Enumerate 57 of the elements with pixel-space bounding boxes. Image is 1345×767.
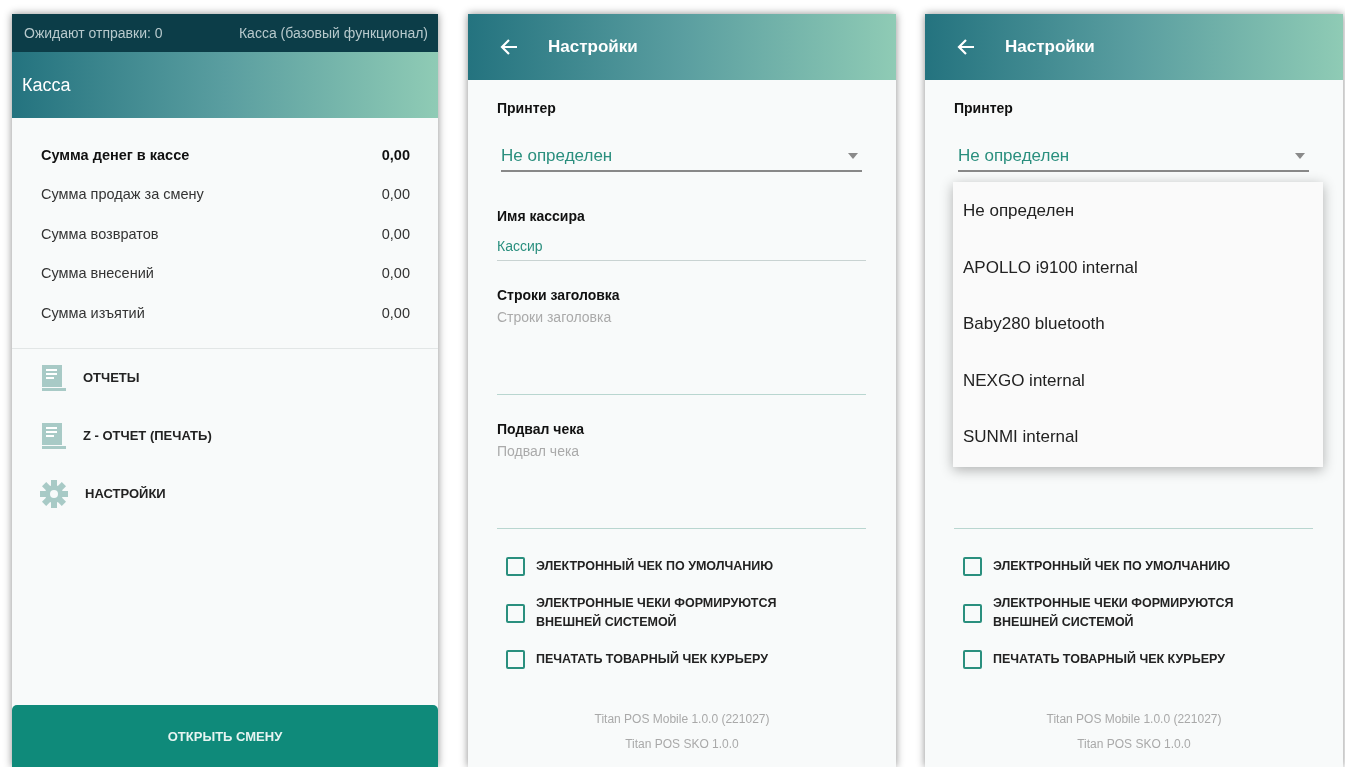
text-area-field[interactable]: Подвал чека xyxy=(497,441,866,529)
total-value: 0,00 xyxy=(381,304,410,321)
total-label: Сумма продаж за смену xyxy=(41,186,204,203)
mode-label: Касса (базовый функционал) xyxy=(238,25,428,41)
screen-title: Касса xyxy=(22,74,71,96)
checkbox[interactable] xyxy=(506,557,525,576)
field-label: Строки заголовка xyxy=(497,286,621,305)
back-arrow-icon xyxy=(957,39,975,55)
total-value: 0,00 xyxy=(381,146,410,163)
screen-title: Настройки xyxy=(548,37,638,57)
total-value: 0,00 xyxy=(381,265,410,282)
printer-dropdown[interactable]: Не определен xyxy=(958,142,1309,172)
checkbox-label: ПЕЧАТАТЬ ТОВАРНЫЙ ЧЕК КУРЬЕРУ xyxy=(536,650,768,668)
dropdown-option[interactable]: NEXGO internal xyxy=(953,352,1323,409)
checkbox[interactable] xyxy=(963,650,982,669)
field-label: Принтер xyxy=(954,99,1014,118)
dropdown-option[interactable]: APOLLO i9100 internal xyxy=(953,239,1323,296)
total-value: 0,00 xyxy=(381,225,410,242)
checkbox[interactable] xyxy=(963,603,982,623)
version-label: Titan POS SKO 1.0.0 xyxy=(625,736,739,753)
document-icon xyxy=(40,421,66,450)
checkbox[interactable] xyxy=(506,650,525,669)
open-shift-button[interactable]: ОТКРЫТЬ СМЕНУ xyxy=(12,705,438,767)
dropdown-option[interactable]: Baby280 bluetooth xyxy=(953,296,1323,353)
printer-dropdown[interactable]: Не определен xyxy=(501,142,862,172)
screen-title: Настройки xyxy=(1005,37,1095,57)
field-label: Подвал чека xyxy=(497,420,585,439)
menu-item[interactable]: НАСТРОЙКИ xyxy=(40,464,438,523)
pending-count: Ожидают отправки: 0 xyxy=(24,25,163,41)
dropdown-caret-icon xyxy=(848,153,858,159)
checkbox[interactable] xyxy=(963,557,982,576)
checkbox[interactable] xyxy=(506,603,525,623)
menu-item[interactable]: ОТЧЕТЫ xyxy=(40,348,438,407)
version-label: Titan POS SKO 1.0.0 xyxy=(1077,736,1191,753)
total-label: Сумма денег в кассе xyxy=(41,146,190,163)
field-label: Имя кассира xyxy=(497,207,586,226)
checkbox-label: ЭЛЕКТРОННЫЕ ЧЕКИ ФОРМИРУЮТСЯ ВНЕШНЕЙ СИСТЕМОЙ xyxy=(993,595,1235,631)
dropdown-option[interactable]: SUNMI internal xyxy=(953,409,1323,466)
text-area-field[interactable]: Строки заголовка xyxy=(497,307,866,395)
total-label: Сумма изъятий xyxy=(41,304,145,321)
gear-icon xyxy=(40,479,68,508)
checkbox-label: ЭЛЕКТРОННЫЕ ЧЕКИ ФОРМИРУЮТСЯ ВНЕШНЕЙ СИСТЕМОЙ xyxy=(536,595,778,631)
dropdown-caret-icon xyxy=(1295,153,1305,159)
version-label: Titan POS Mobile 1.0.0 (221027) xyxy=(594,711,770,728)
total-label: Сумма возвратов xyxy=(41,225,159,242)
cashier-name-field[interactable]: Кассир xyxy=(497,232,866,261)
checkbox-label: ЭЛЕКТРОННЫЙ ЧЕК ПО УМОЛЧАНИЮ xyxy=(536,557,774,575)
back-arrow-icon xyxy=(500,39,518,55)
dropdown-option[interactable]: Не определен xyxy=(953,183,1323,240)
checkbox-label: ПЕЧАТАТЬ ТОВАРНЫЙ ЧЕК КУРЬЕРУ xyxy=(993,650,1225,668)
checkbox-label: ЭЛЕКТРОННЫЙ ЧЕК ПО УМОЛЧАНИЮ xyxy=(993,557,1231,575)
total-value: 0,00 xyxy=(381,186,410,203)
document-icon xyxy=(40,363,66,392)
version-label: Titan POS Mobile 1.0.0 (221027) xyxy=(1046,711,1222,728)
field-label: Принтер xyxy=(497,99,557,118)
menu-item[interactable]: Z - ОТЧЕТ (ПЕЧАТЬ) xyxy=(40,406,438,465)
total-label: Сумма внесений xyxy=(41,265,154,282)
